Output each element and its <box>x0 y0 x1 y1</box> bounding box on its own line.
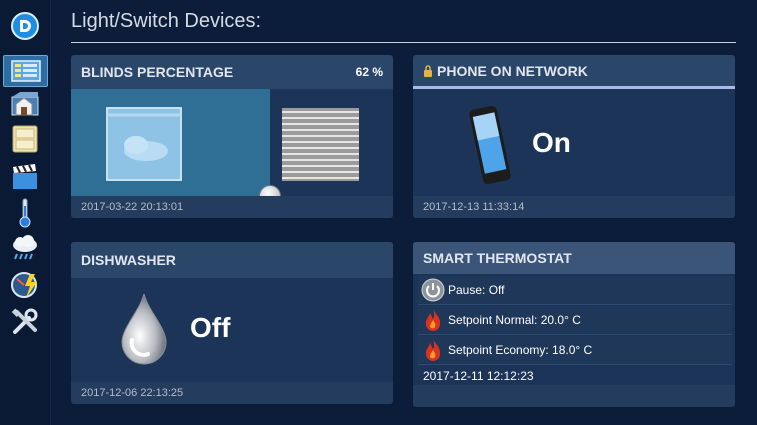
sidebar-item-light-switches[interactable] <box>9 124 41 154</box>
power-icon <box>421 278 445 302</box>
page-title: Light/Switch Devices: <box>71 10 262 32</box>
card-footer-timestamp: 2017-12-13 11:33:14 <box>413 196 735 218</box>
window-icon[interactable] <box>106 107 182 181</box>
sidebar-item-weather[interactable] <box>9 234 41 264</box>
card-dishwasher: DISHWASHER Off 2017-12-06 22:13:25 <box>71 242 393 404</box>
thermostat-row-label: Pause: Off <box>448 283 505 297</box>
card-footer-timestamp: 2017-12-11 12:12:23 <box>423 369 534 383</box>
thermostat-row-setpoint-economy[interactable]: Setpoint Economy: 18.0° C <box>418 336 732 365</box>
house-icon <box>11 92 39 116</box>
card-title: SMART THERMOSTAT <box>423 250 572 266</box>
sidebar-item-dashboard[interactable] <box>3 55 48 87</box>
card-title: PHONE ON NETWORK <box>437 62 588 79</box>
phone-status-on: On <box>532 127 571 158</box>
title-divider <box>71 42 736 43</box>
gauge-icon <box>11 272 37 298</box>
sidebar-item-scenes[interactable] <box>9 162 41 192</box>
flame-icon <box>425 309 441 331</box>
card-header: BLINDS PERCENTAGE 62 % <box>71 55 393 89</box>
blinds-closed-icon[interactable] <box>282 108 359 181</box>
card-smart-thermostat: SMART THERMOSTAT Pause: Off Setpoint Nor… <box>413 242 735 407</box>
card-title: DISHWASHER <box>81 252 176 268</box>
thermostat-row-label: Setpoint Economy: 18.0° C <box>448 343 593 357</box>
card-header: PHONE ON NETWORK <box>413 55 735 89</box>
sidebar-item-floorplan[interactable] <box>9 89 41 119</box>
rain-cloud-icon <box>13 235 37 260</box>
logo-icon <box>20 20 31 32</box>
tools-icon <box>11 308 38 334</box>
domoticz-logo[interactable] <box>11 12 39 40</box>
dashboard-icon <box>10 60 41 82</box>
switch-panel-icon <box>12 125 38 153</box>
dishwasher-status-off: Off <box>190 312 231 343</box>
card-header: SMART THERMOSTAT <box>413 242 735 274</box>
card-blinds: BLINDS PERCENTAGE 62 % 2017-03-22 20:13:… <box>71 55 393 218</box>
card-footer-bar <box>413 385 735 407</box>
phone-icon[interactable] <box>468 105 512 185</box>
sidebar-item-setup[interactable] <box>9 307 41 337</box>
blinds-percentage-value: 62 % <box>355 65 383 79</box>
thermostat-row-label: Setpoint Normal: 20.0° C <box>448 313 581 327</box>
card-footer-timestamp: 2017-12-06 22:13:25 <box>71 382 393 404</box>
card-phone-on-network: PHONE ON NETWORK On 2017-12-13 11:33:14 <box>413 55 735 218</box>
sidebar-item-temperature[interactable] <box>9 198 41 228</box>
clapperboard-icon <box>13 164 37 189</box>
card-header: DISHWASHER <box>71 242 393 278</box>
water-drop-icon[interactable] <box>118 292 170 368</box>
sidebar <box>0 0 51 425</box>
card-footer-timestamp: 2017-03-22 20:13:01 <box>71 196 393 218</box>
sidebar-item-utility[interactable] <box>9 270 41 300</box>
lock-icon <box>424 64 432 77</box>
card-title: BLINDS PERCENTAGE <box>81 64 234 80</box>
thermostat-row-setpoint-normal[interactable]: Setpoint Normal: 20.0° C <box>418 306 732 335</box>
thermometer-icon <box>19 198 31 228</box>
flame-icon <box>425 339 441 361</box>
thermostat-row-pause[interactable]: Pause: Off <box>418 276 732 305</box>
